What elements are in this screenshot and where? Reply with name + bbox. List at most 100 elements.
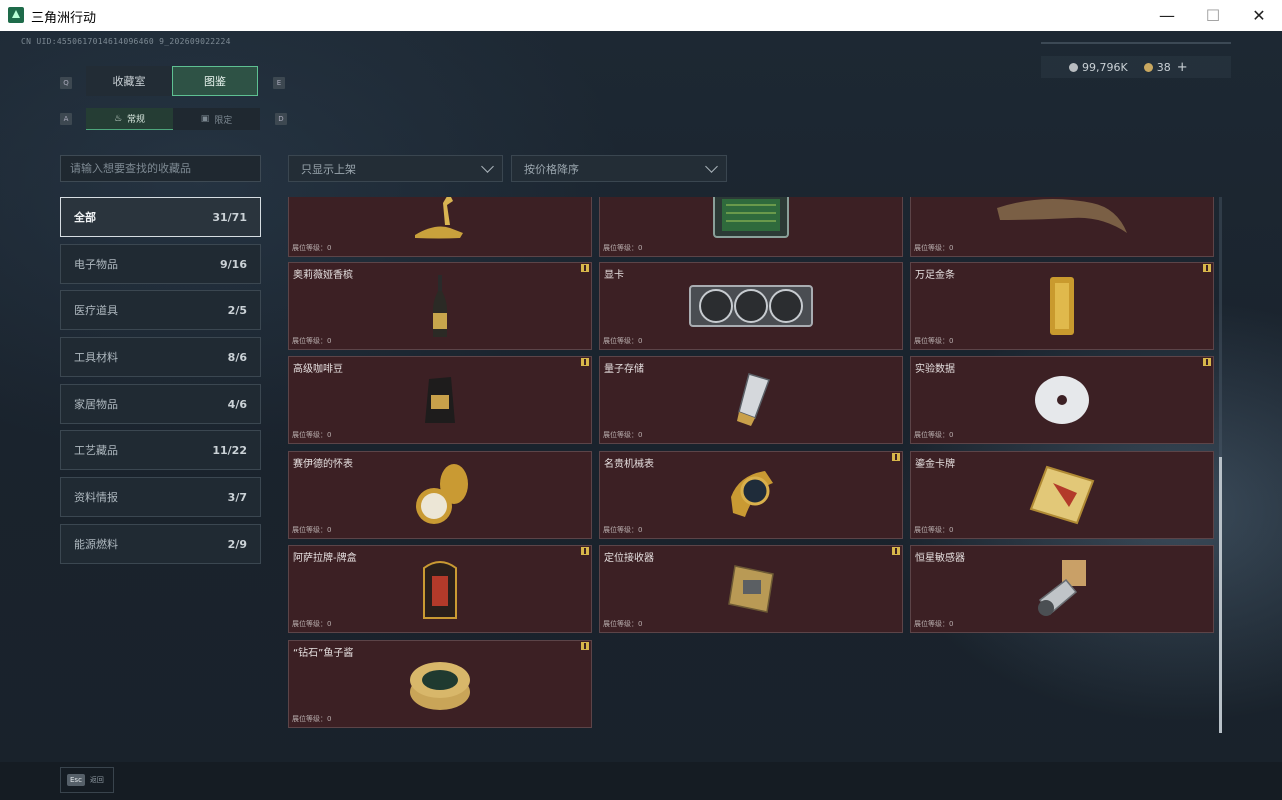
info-flag-icon	[581, 358, 589, 366]
item-name: 定位接收器	[604, 553, 654, 564]
display-rank: 展位等级：0	[603, 526, 643, 534]
frame-icon: ▣	[200, 114, 210, 124]
disc-icon	[1035, 376, 1089, 424]
item-card[interactable]: 定位接收器 展位等级：0	[599, 545, 903, 633]
display-rank: 展位等级：0	[914, 244, 954, 252]
item-card[interactable]: 奥莉薇娅香槟 展位等级：0	[288, 262, 592, 350]
display-rank: 展位等级：0	[914, 620, 954, 628]
display-rank: 展位等级：0	[914, 431, 954, 439]
back-label: 返回	[89, 776, 104, 784]
money-amount: 99,796K	[1082, 60, 1128, 74]
dinosaur-claw-icon	[997, 199, 1127, 233]
info-flag-icon	[1203, 264, 1211, 272]
sort-dropdown[interactable]: 按价格降序	[511, 155, 727, 182]
usb-drive-icon	[737, 373, 770, 426]
category-crafts[interactable]: 工艺藏品 11/22	[60, 430, 261, 470]
item-card[interactable]: “钻石”鱼子酱 展位等级：0	[288, 640, 592, 728]
footer-bar: Esc 返回	[0, 762, 1282, 800]
item-card[interactable]: 高级咖啡豆 展位等级：0	[288, 356, 592, 444]
item-card[interactable]: 万足金条 展位等级：0	[910, 262, 1214, 350]
item-name: 恒星敏感器	[915, 553, 965, 564]
maximize-button[interactable]: ☐	[1190, 0, 1236, 31]
subtab-normal[interactable]: ♨ 常规	[86, 108, 173, 130]
item-name: 显卡	[604, 270, 624, 281]
item-card[interactable]: 量子存储 展位等级：0	[599, 356, 903, 444]
display-rank: 展位等级：0	[603, 431, 643, 439]
item-card[interactable]: 鎏金卡牌 展位等级：0	[910, 451, 1214, 539]
gold-bar-icon	[1050, 277, 1074, 335]
shelf-filter-label: 只显示上架	[301, 162, 356, 176]
display-rank: 展位等级：0	[292, 715, 332, 723]
category-electronics[interactable]: 电子物品 9/16	[60, 244, 261, 284]
category-label: 家居物品	[74, 398, 118, 411]
item-card[interactable]: 展位等级：0	[288, 197, 592, 257]
shelf-filter-dropdown[interactable]: 只显示上架	[288, 155, 503, 182]
info-flag-icon	[1203, 358, 1211, 366]
category-all[interactable]: 全部 31/71	[60, 197, 261, 237]
item-name: 阿萨拉牌-牌盒	[293, 553, 357, 564]
item-card[interactable]: 展位等级：0	[599, 197, 903, 257]
item-card[interactable]: 展位等级：0	[910, 197, 1214, 257]
item-name: “钻石”鱼子酱	[293, 648, 354, 659]
subtab-limited-label: 限定	[214, 115, 233, 126]
category-count: 2/5	[227, 303, 247, 317]
category-label: 医疗道具	[74, 304, 118, 317]
key-hint-q: Q	[60, 77, 72, 89]
champagne-bottle-icon	[433, 275, 447, 337]
item-card[interactable]: 显卡 展位等级：0	[599, 262, 903, 350]
category-energy[interactable]: 能源燃料 2/9	[60, 524, 261, 564]
game-viewport: CN UID:4550617014614096460 9_20260902222…	[0, 31, 1282, 800]
item-grid: 展位等级：0 展位等级：0 展位等级：0 奥莉薇娅香槟 展位等级：0 显卡 展位…	[288, 197, 1218, 733]
currency-bar: 99,796K 38 +	[1041, 56, 1231, 78]
window-title: 三角洲行动	[31, 10, 97, 25]
app-icon	[8, 7, 24, 23]
category-count: 11/22	[212, 443, 247, 457]
key-hint-a: A	[60, 113, 72, 125]
category-label: 全部	[74, 211, 96, 224]
category-label: 工艺藏品	[74, 444, 118, 457]
category-medical[interactable]: 医疗道具 2/5	[60, 290, 261, 330]
category-intel[interactable]: 资料情报 3/7	[60, 477, 261, 517]
scrollbar-thumb[interactable]	[1219, 457, 1222, 733]
receiver-icon	[728, 565, 774, 613]
item-card[interactable]: 赛伊德的怀表 展位等级：0	[288, 451, 592, 539]
minimize-button[interactable]: —	[1144, 0, 1190, 31]
wristwatch-icon	[731, 471, 773, 517]
uid-label: CN UID:4550617014614096460 9_20260902222…	[21, 37, 231, 46]
display-rank: 展位等级：0	[292, 526, 332, 534]
pocket-watch-icon	[416, 464, 468, 524]
subtab-limited[interactable]: ▣ 限定	[173, 108, 260, 130]
item-card[interactable]: 阿萨拉牌-牌盒 展位等级：0	[288, 545, 592, 633]
graphics-card-icon	[689, 285, 813, 327]
back-button[interactable]: Esc 返回	[60, 767, 114, 793]
caviar-tin-icon	[410, 662, 470, 710]
tab-atlas[interactable]: 图鉴	[172, 66, 258, 96]
category-count: 3/7	[227, 490, 247, 504]
category-count: 4/6	[227, 397, 247, 411]
golden-deer-icon	[415, 197, 463, 239]
tab-collection[interactable]: 收藏室	[86, 66, 172, 96]
item-card[interactable]: 实验数据 展位等级：0	[910, 356, 1214, 444]
category-label: 能源燃料	[74, 538, 118, 551]
category-household[interactable]: 家居物品 4/6	[60, 384, 261, 424]
grid-scrollbar[interactable]	[1219, 197, 1222, 733]
item-name: 实验数据	[915, 364, 955, 375]
coffee-bag-icon	[425, 377, 455, 423]
add-currency-button[interactable]: +	[1177, 60, 1188, 75]
category-tools[interactable]: 工具材料 8/6	[60, 337, 261, 377]
item-card[interactable]: 名贵机械表 展位等级：0	[599, 451, 903, 539]
item-name: 万足金条	[915, 270, 955, 281]
window-title-bar: 三角洲行动 — ☐ ✕	[0, 0, 1282, 31]
display-rank: 展位等级：0	[292, 337, 332, 345]
item-name: 奥莉薇娅香槟	[293, 270, 353, 281]
item-card[interactable]: 恒星敏感器 展位等级：0	[910, 545, 1214, 633]
category-count: 9/16	[220, 257, 247, 271]
item-name: 量子存储	[604, 364, 644, 375]
search-input[interactable]	[60, 155, 261, 182]
card-box-icon	[423, 561, 457, 619]
display-rank: 展位等级：0	[292, 620, 332, 628]
item-name: 鎏金卡牌	[915, 459, 955, 470]
esc-key-hint: Esc	[67, 774, 85, 786]
close-button[interactable]: ✕	[1236, 0, 1282, 31]
sort-label: 按价格降序	[524, 162, 579, 176]
